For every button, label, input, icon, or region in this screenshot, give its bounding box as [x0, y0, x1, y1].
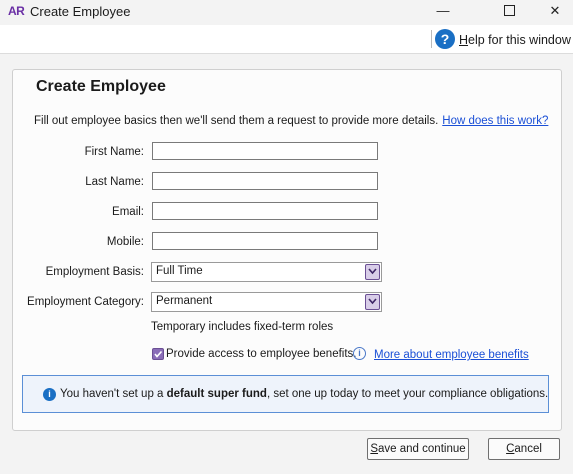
help-icon[interactable]: ?: [435, 29, 455, 49]
employee-benefits-link[interactable]: More about employee benefits: [374, 349, 529, 361]
close-button[interactable]: ✕: [532, 0, 573, 24]
employment-category-value: Permanent: [156, 295, 213, 307]
minimize-icon: —: [436, 3, 450, 18]
benefits-label: Provide access to employee benefits.: [166, 348, 357, 360]
employment-category-select[interactable]: Permanent: [151, 292, 382, 312]
employment-basis-label: Employment Basis:: [45, 266, 144, 278]
mobile-input[interactable]: [152, 232, 378, 250]
notice-bold-text: default super fund: [166, 388, 267, 400]
save-accelerator: S: [370, 443, 379, 455]
super-fund-notice: i You haven't set up a default super fun…: [22, 375, 549, 413]
employment-basis-select[interactable]: Full Time: [151, 262, 382, 282]
info-icon: i: [353, 347, 366, 360]
maximize-button[interactable]: [486, 0, 532, 24]
help-divider: [431, 30, 432, 48]
last-name-label: Last Name:: [85, 176, 144, 188]
email-label: Email:: [112, 206, 144, 218]
minimize-button[interactable]: —: [420, 0, 466, 24]
chevron-down-icon[interactable]: [365, 264, 380, 280]
help-label-accelerator: H: [459, 33, 469, 47]
info-icon: i: [43, 388, 56, 401]
how-does-this-work-link[interactable]: How does this work?: [442, 115, 548, 127]
maximize-icon: [503, 5, 515, 17]
notice-text: You haven't set up a default super fund,…: [60, 388, 548, 400]
benefits-checkbox[interactable]: [152, 348, 164, 360]
close-icon: ✕: [549, 3, 561, 18]
first-name-label: First Name:: [84, 146, 144, 158]
app-logo-icon: AR: [8, 4, 25, 18]
last-name-input[interactable]: [152, 172, 378, 190]
intro-text: Fill out employee basics then we'll send…: [34, 115, 439, 127]
notice-text-after: , set one up today to meet your complian…: [266, 388, 549, 400]
chevron-down-icon[interactable]: [365, 294, 380, 310]
mobile-label: Mobile:: [106, 236, 144, 248]
form-title: Create Employee: [36, 78, 166, 95]
notice-text-before: You haven't set up a: [60, 388, 167, 400]
cancel-label: ancel: [514, 443, 542, 455]
category-hint: Temporary includes fixed-term roles: [151, 321, 334, 333]
title-bar: AR Create Employee — ✕: [0, 0, 573, 24]
cancel-button[interactable]: Cancel: [488, 438, 560, 460]
save-label: ave and continue: [378, 443, 466, 455]
help-for-window-link[interactable]: Help for this window: [459, 33, 571, 47]
help-label-text: elp for this window: [468, 33, 571, 47]
email-input[interactable]: [152, 202, 378, 220]
form-intro: Fill out employee basics then we'll send…: [34, 115, 548, 127]
employment-basis-value: Full Time: [156, 265, 203, 277]
save-and-continue-button[interactable]: Save and continue: [367, 438, 469, 460]
employment-category-label: Employment Category:: [27, 296, 144, 308]
check-icon: [154, 350, 163, 358]
window-title: Create Employee: [30, 4, 131, 19]
help-bar: ? Help for this window: [0, 25, 573, 54]
first-name-input[interactable]: [152, 142, 378, 160]
